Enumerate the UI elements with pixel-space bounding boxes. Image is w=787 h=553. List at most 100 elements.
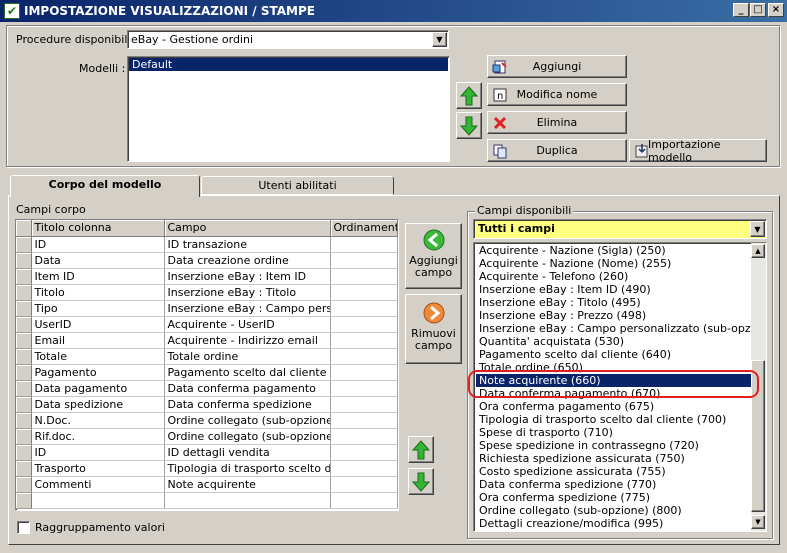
table-row[interactable]: Email Acquirente - Indirizzo email [16, 332, 398, 349]
list-item[interactable]: Dettagli creazione/modifica (995) [476, 517, 753, 530]
cell-field[interactable]: Inserzione eBay : Campo person... [164, 300, 331, 317]
cell-title[interactable]: Trasporto [31, 460, 165, 477]
list-item[interactable]: Inserzione eBay : Prezzo (498) [476, 309, 753, 322]
cell-ordering[interactable] [330, 428, 398, 445]
column-header-title[interactable]: Titolo colonna [31, 220, 165, 237]
cell-field[interactable]: Acquirente - UserID [164, 316, 331, 333]
row-indicator[interactable] [16, 412, 32, 429]
cell-field[interactable]: Acquirente - Indirizzo email [164, 332, 331, 349]
cell-field[interactable]: Data creazione ordine [164, 252, 331, 269]
cell-field[interactable]: Pagamento scelto dal cliente [164, 364, 331, 381]
cell-field[interactable]: Ordine collegato (sub-opzione) [164, 428, 331, 445]
cell-title[interactable]: Totale [31, 348, 165, 365]
cell-title[interactable]: Data pagamento [31, 380, 165, 397]
cell-field[interactable]: Tipologia di trasporto scelto dal ... [164, 460, 331, 477]
list-item[interactable]: Inserzione eBay : Titolo (495) [476, 296, 753, 309]
cell-ordering[interactable] [330, 412, 398, 429]
cell-field[interactable]: Inserzione eBay : Item ID [164, 268, 331, 285]
list-item[interactable]: Inserzione eBay : Campo personalizzato (… [476, 322, 753, 335]
row-indicator[interactable] [16, 348, 32, 365]
table-row[interactable]: UserID Acquirente - UserID [16, 316, 398, 333]
list-item[interactable]: Quantita' acquistata (530) [476, 335, 753, 348]
scroll-down-icon[interactable]: ▼ [751, 515, 765, 529]
list-item[interactable]: Ora conferma pagamento (675) [476, 400, 753, 413]
row-indicator[interactable] [16, 492, 32, 509]
chevron-down-icon[interactable]: ▼ [432, 32, 447, 47]
cell-ordering[interactable] [330, 492, 398, 509]
list-item[interactable]: Ora conferma spedizione (775) [476, 491, 753, 504]
cell-title[interactable]: N.Doc. [31, 412, 165, 429]
cell-title[interactable]: Rif.doc. [31, 428, 165, 445]
list-item[interactable]: Note acquirente (660) [476, 374, 753, 387]
cell-ordering[interactable] [330, 316, 398, 333]
list-item[interactable]: Inserzione eBay : Item ID (490) [476, 283, 753, 296]
row-indicator[interactable] [16, 444, 32, 461]
column-header-field[interactable]: Campo [164, 220, 331, 237]
row-indicator[interactable] [16, 300, 32, 317]
list-item[interactable]: Costo spedizione assicurata (755) [476, 465, 753, 478]
row-indicator[interactable] [16, 476, 32, 493]
scroll-up-icon[interactable]: ▲ [751, 244, 765, 258]
cell-ordering[interactable] [330, 364, 398, 381]
cell-field[interactable] [164, 492, 331, 509]
list-item[interactable]: Data conferma pagamento (670) [476, 387, 753, 400]
cell-field[interactable]: Data conferma spedizione [164, 396, 331, 413]
cell-ordering[interactable] [330, 300, 398, 317]
row-indicator[interactable] [16, 252, 32, 269]
row-indicator[interactable] [16, 316, 32, 333]
row-indicator[interactable] [16, 364, 32, 381]
cell-ordering[interactable] [330, 396, 398, 413]
table-row[interactable]: Pagamento Pagamento scelto dal cliente [16, 364, 398, 381]
cell-title[interactable]: Data [31, 252, 165, 269]
table-row[interactable]: Commenti Note acquirente [16, 476, 398, 493]
list-item[interactable]: Tipologia di trasporto scelto dal client… [476, 413, 753, 426]
list-scrollbar[interactable]: ▲ ▼ [751, 243, 766, 531]
cell-title[interactable]: Item ID [31, 268, 165, 285]
cell-ordering[interactable] [330, 252, 398, 269]
list-item[interactable]: Totale ordine (650) [476, 361, 753, 374]
cell-field[interactable]: Note acquirente [164, 476, 331, 493]
cell-ordering[interactable] [330, 332, 398, 349]
duplicate-model-button[interactable]: Duplica [487, 139, 627, 162]
list-item[interactable]: Spese spedizione in contrassegno (720) [476, 439, 753, 452]
table-row[interactable]: N.Doc. Ordine collegato (sub-opzione) [16, 412, 398, 429]
row-indicator[interactable] [16, 236, 32, 253]
cell-title[interactable]: Email [31, 332, 165, 349]
rename-model-button[interactable]: n Modifica nome [487, 83, 627, 106]
cell-ordering[interactable] [330, 460, 398, 477]
cell-ordering[interactable] [330, 268, 398, 285]
scroll-thumb[interactable] [751, 360, 765, 512]
close-button[interactable]: × [768, 3, 784, 17]
tab-utenti-abilitati[interactable]: Utenti abilitati [201, 176, 394, 195]
models-list[interactable]: Default [127, 56, 450, 162]
table-row[interactable]: Rif.doc. Ordine collegato (sub-opzione) [16, 428, 398, 445]
add-model-button[interactable]: Aggiungi [487, 55, 627, 78]
row-indicator[interactable] [16, 284, 32, 301]
table-row[interactable]: Data Data creazione ordine [16, 252, 398, 269]
list-item[interactable]: Acquirente - Telefono (260) [476, 270, 753, 283]
cell-ordering[interactable] [330, 236, 398, 253]
table-row[interactable]: TipoInserzione eBay : Campo person... [16, 300, 398, 317]
list-item[interactable]: Spese di trasporto (710) [476, 426, 753, 439]
move-field-up-button[interactable] [408, 436, 434, 463]
cell-title[interactable]: ID [31, 236, 165, 253]
cell-title[interactable]: Titolo [31, 284, 165, 301]
row-indicator[interactable] [16, 332, 32, 349]
move-field-down-button[interactable] [408, 468, 434, 495]
table-row[interactable]: Titolo Inserzione eBay : Titolo [16, 284, 398, 301]
move-model-down-button[interactable] [456, 112, 482, 139]
row-indicator[interactable] [16, 396, 32, 413]
table-row[interactable] [16, 492, 398, 509]
table-row[interactable]: ID ID transazione [16, 236, 398, 253]
available-fields-list[interactable]: Acquirente - Nazione (Sigla) (250) Acquir… [473, 242, 767, 532]
cell-ordering[interactable] [330, 380, 398, 397]
model-item-default[interactable]: Default [129, 58, 448, 71]
minimize-button[interactable]: _ [733, 3, 749, 17]
list-item[interactable]: Acquirente - Nazione (Nome) (255) [476, 257, 753, 270]
cell-title[interactable]: Data spedizione [31, 396, 165, 413]
cell-field[interactable]: Ordine collegato (sub-opzione) [164, 412, 331, 429]
cell-title[interactable]: UserID [31, 316, 165, 333]
row-indicator[interactable] [16, 460, 32, 477]
list-item[interactable]: Data conferma spedizione (770) [476, 478, 753, 491]
table-row[interactable]: Item ID Inserzione eBay : Item ID [16, 268, 398, 285]
